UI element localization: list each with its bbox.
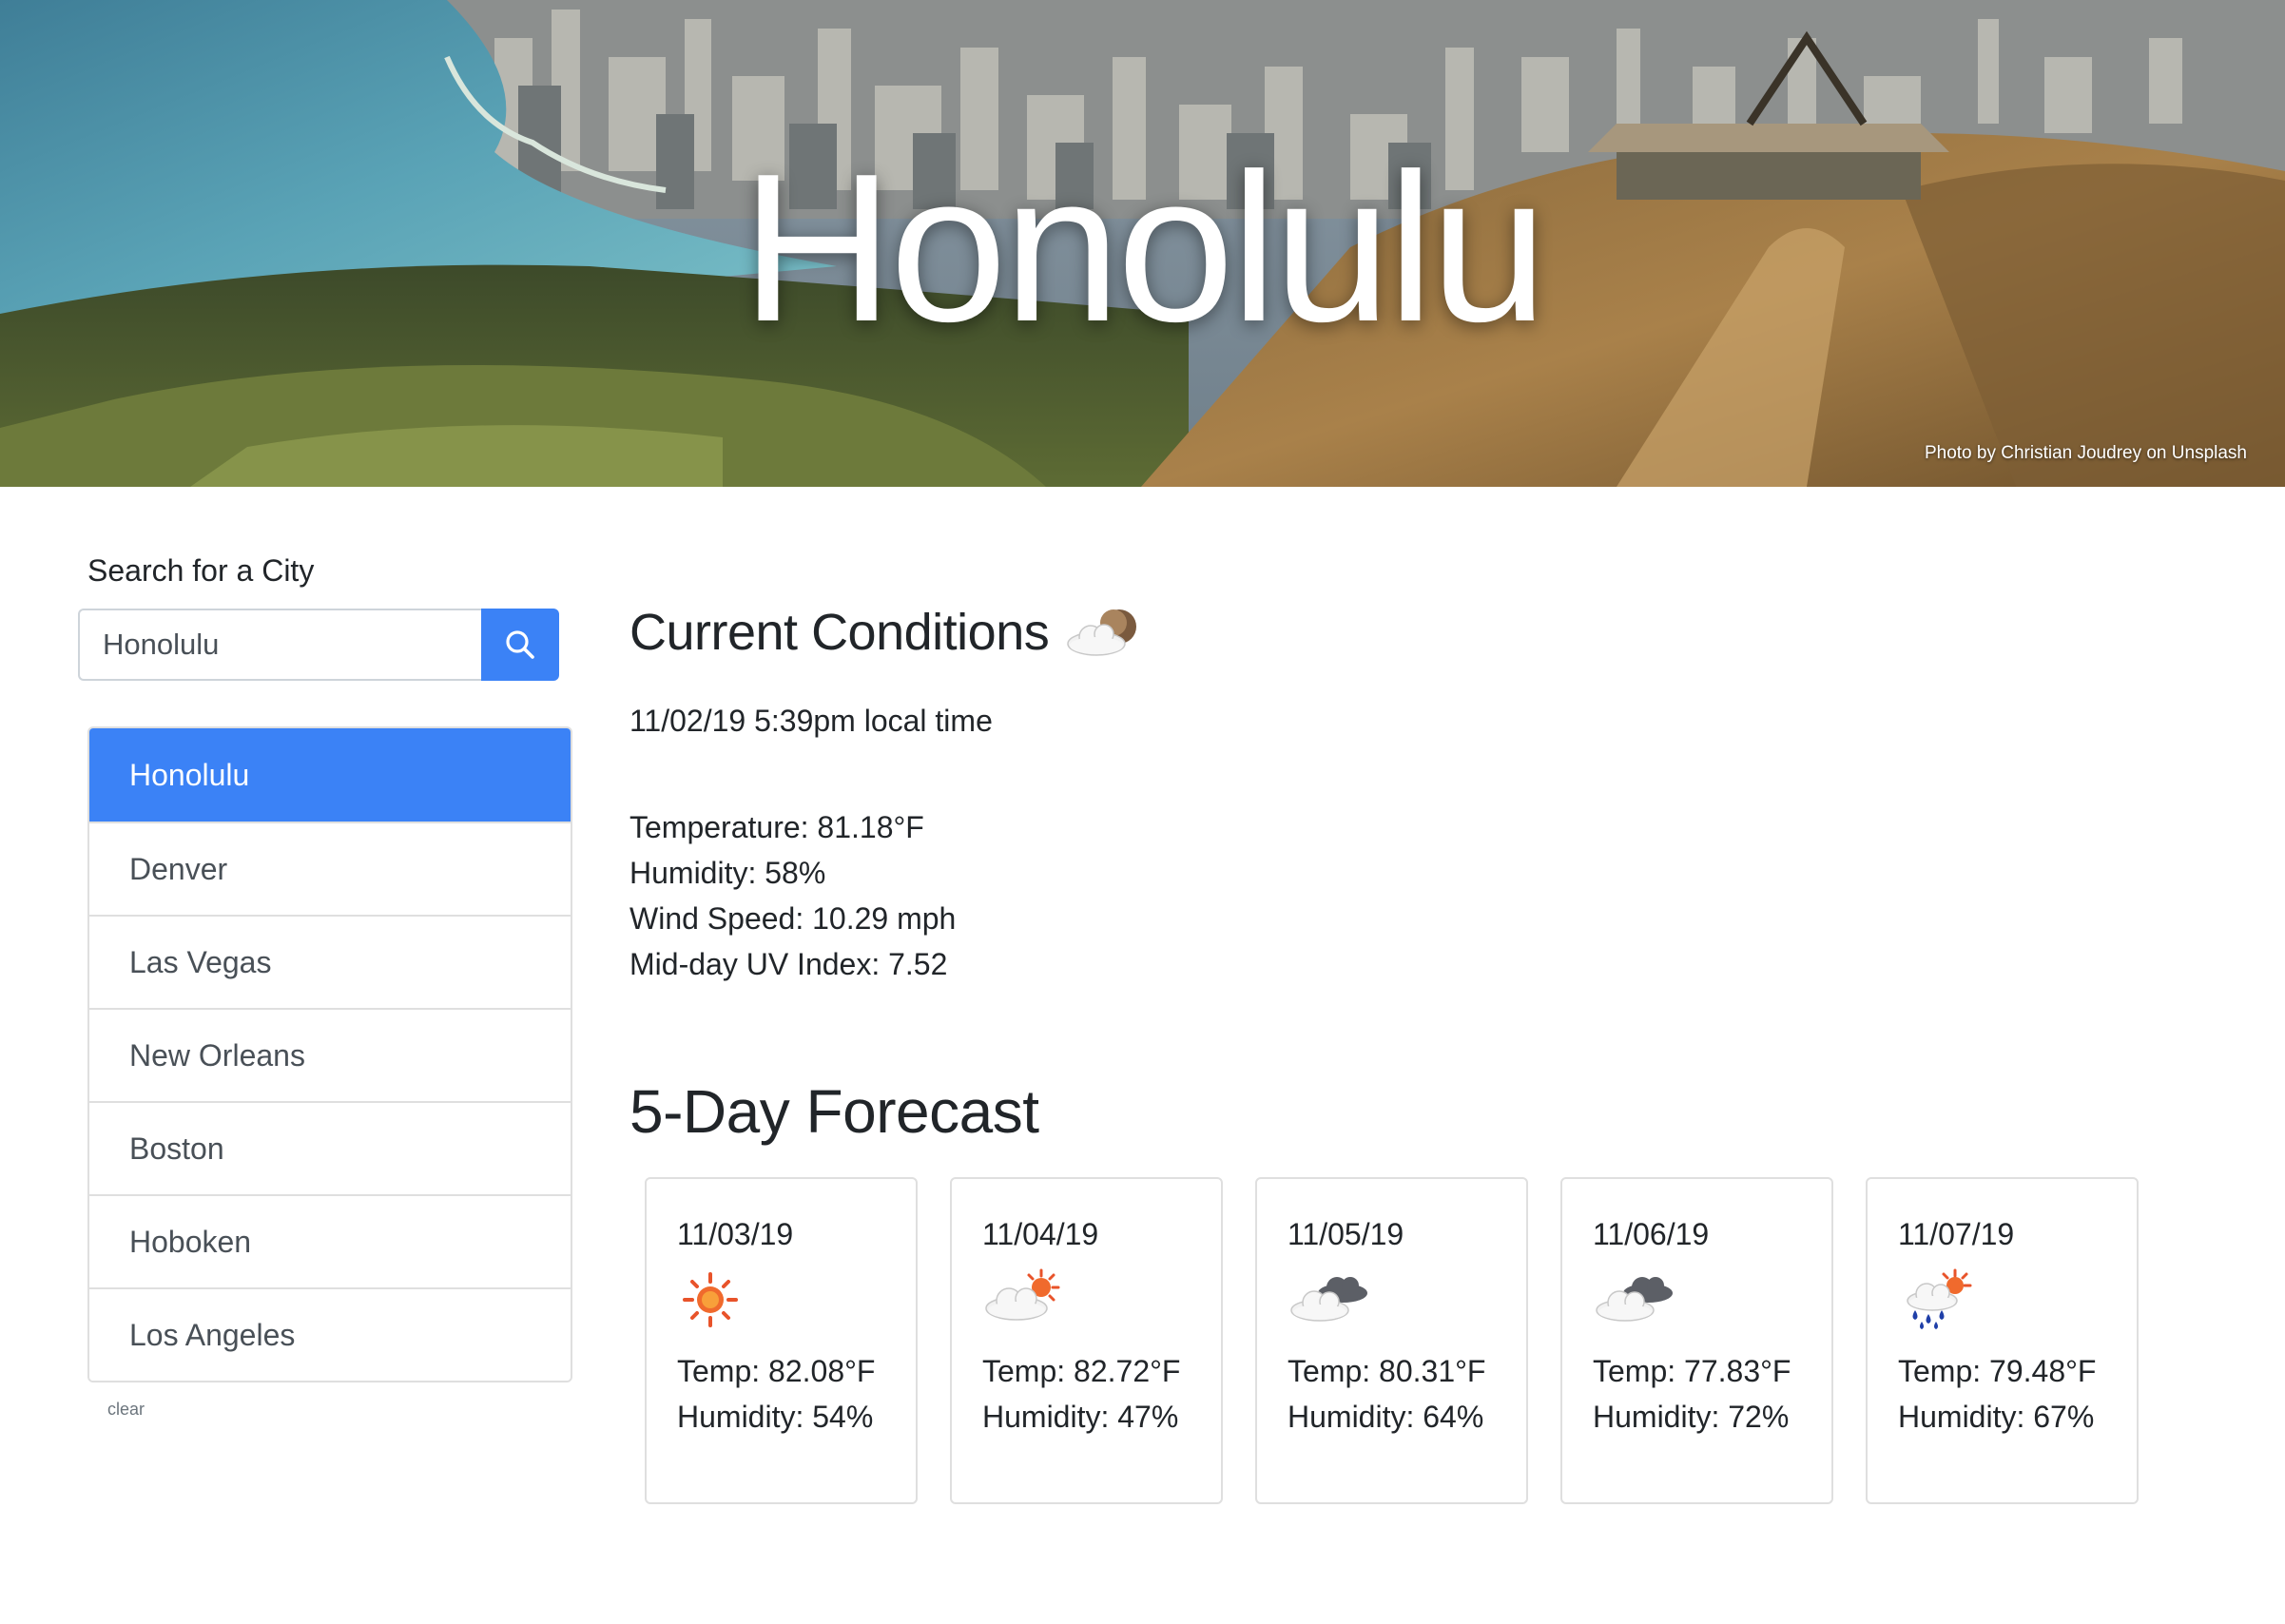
current-conditions-title: Current Conditions	[629, 604, 1050, 661]
forecast-temp: Temp: 77.83°F	[1593, 1354, 1791, 1388]
sun-cloud-icon	[985, 1268, 1060, 1321]
forecast-card: 11/06/19 Temp: 77.83°F Humidity: 72%	[1560, 1177, 1833, 1504]
forecast-humidity: Humidity: 72%	[1593, 1400, 1790, 1434]
forecast-date: 11/05/19	[1288, 1217, 1404, 1251]
search-form	[78, 609, 559, 681]
current-uv-index: Mid-day UV Index: 7.52	[629, 947, 948, 981]
clear-history-link[interactable]: clear	[107, 1400, 145, 1420]
city-item-boston[interactable]: Boston	[89, 1101, 571, 1194]
forecast-date: 11/03/19	[677, 1217, 794, 1251]
current-temperature: Temperature: 81.18°F	[629, 810, 924, 844]
forecast-humidity: Humidity: 64%	[1288, 1400, 1484, 1434]
forecast-temp: Temp: 80.31°F	[1288, 1354, 1486, 1388]
sun-icon	[683, 1272, 738, 1327]
forecast-card: 11/03/19 Temp: 82.08°F Humidity: 54%	[645, 1177, 918, 1504]
forecast-card: 11/07/19 Temp: 79.48°F Humidity: 67%	[1866, 1177, 2139, 1504]
forecast-date: 11/06/19	[1593, 1217, 1710, 1251]
forecast-cards: 11/03/19 Temp: 82.08°F Humidity: 54% 11/…	[645, 1177, 2139, 1504]
city-item-honolulu[interactable]: Honolulu	[89, 728, 571, 822]
photo-credit: Photo by Christian Joudrey on Unsplash	[1924, 443, 2247, 463]
forecast-date: 11/07/19	[1898, 1217, 2015, 1251]
cloud-moon-icon	[1067, 609, 1137, 656]
forecast-card: 11/04/19 Temp: 82.72°F Humidity: 47%	[950, 1177, 1223, 1504]
search-button[interactable]	[481, 609, 559, 681]
forecast-humidity: Humidity: 67%	[1898, 1400, 2095, 1434]
city-title: Honolulu	[741, 130, 1547, 366]
city-item-denver[interactable]: Denver	[89, 822, 571, 915]
search-input[interactable]	[78, 609, 481, 681]
search-label: Search for a City	[87, 553, 315, 588]
city-history-list: Honolulu Denver Las Vegas New Orleans Bo…	[87, 726, 572, 1382]
forecast-temp: Temp: 82.72°F	[982, 1354, 1181, 1388]
city-item-new-orleans[interactable]: New Orleans	[89, 1008, 571, 1101]
city-item-hoboken[interactable]: Hoboken	[89, 1194, 571, 1287]
forecast-humidity: Humidity: 47%	[982, 1400, 1179, 1434]
current-humidity: Humidity: 58%	[629, 856, 826, 890]
forecast-date: 11/04/19	[982, 1217, 1099, 1251]
forecast-humidity: Humidity: 54%	[677, 1400, 874, 1434]
city-item-los-angeles[interactable]: Los Angeles	[89, 1287, 571, 1381]
current-wind-speed: Wind Speed: 10.29 mph	[629, 901, 957, 936]
city-item-las-vegas[interactable]: Las Vegas	[89, 915, 571, 1008]
current-conditions-heading: Current Conditions	[629, 603, 1142, 662]
clouds-icon	[1290, 1277, 1367, 1322]
forecast-card: 11/05/19 Temp: 80.31°F Humidity: 64%	[1255, 1177, 1528, 1504]
sun-rain-icon	[1907, 1268, 1972, 1329]
current-local-time: 11/02/19 5:39pm local time	[629, 704, 993, 738]
clouds-icon	[1596, 1277, 1673, 1322]
search-icon	[506, 630, 534, 659]
current-stats: Temperature: 81.18°F Humidity: 58% Wind …	[629, 804, 956, 987]
forecast-temp: Temp: 82.08°F	[677, 1354, 876, 1388]
forecast-temp: Temp: 79.48°F	[1898, 1354, 2097, 1388]
forecast-heading: 5-Day Forecast	[629, 1077, 1039, 1146]
hero-banner: Honolulu Photo by Christian Joudrey on U…	[0, 0, 2285, 487]
